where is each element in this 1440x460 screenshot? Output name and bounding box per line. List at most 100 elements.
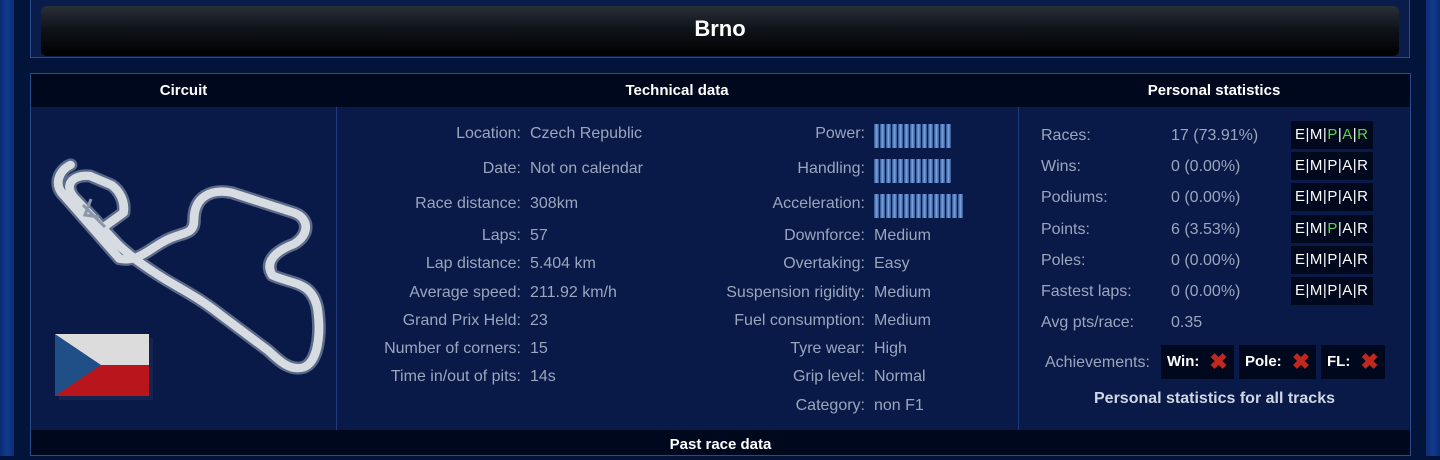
difficulty-filter[interactable]: E|M|P|A|R xyxy=(1291,183,1373,211)
difficulty-m[interactable]: M xyxy=(1310,251,1323,268)
rating-segment xyxy=(892,124,897,148)
stat-row: Points: 6 (3.53%) E|M|P|A|R xyxy=(1019,215,1410,243)
difficulty-r[interactable]: R xyxy=(1357,251,1368,268)
difficulty-a[interactable]: A xyxy=(1342,220,1353,237)
rating-segment xyxy=(922,194,927,218)
rating-segment xyxy=(916,194,921,218)
rating-segment xyxy=(940,194,945,218)
difficulty-r[interactable]: R xyxy=(1357,157,1368,174)
tech-row: Grip level: Normal xyxy=(337,365,1018,389)
stat-value: 6 (3.53%) xyxy=(1171,221,1241,238)
past-race-data-header[interactable]: Past race data xyxy=(31,430,1410,455)
difficulty-p[interactable]: P xyxy=(1327,126,1338,143)
rating-segment xyxy=(910,159,915,183)
difficulty-e[interactable]: E xyxy=(1295,282,1306,299)
difficulty-a[interactable]: A xyxy=(1342,251,1353,268)
rating-segment xyxy=(904,159,909,183)
difficulty-a[interactable]: A xyxy=(1342,126,1353,143)
difficulty-filter[interactable]: E|M|P|A|R xyxy=(1291,215,1373,243)
title-bar: Brno xyxy=(41,6,1399,56)
rating-segment xyxy=(910,194,915,218)
difficulty-filter[interactable]: E|M|P|A|R xyxy=(1291,121,1373,149)
difficulty-p[interactable]: P xyxy=(1327,188,1338,205)
achievements-label: Achievements: xyxy=(1045,354,1150,371)
tech-label: Handling: xyxy=(797,160,865,177)
tech-value: Easy xyxy=(874,255,910,272)
difficulty-m[interactable]: M xyxy=(1310,282,1323,299)
technical-data-header: Technical data xyxy=(336,74,1018,107)
rating-segment xyxy=(952,194,957,218)
stat-row: Poles: 0 (0.00%) E|M|P|A|R xyxy=(1019,246,1410,274)
tech-row: Tyre wear: High xyxy=(337,337,1018,361)
difficulty-a[interactable]: A xyxy=(1342,188,1353,205)
difficulty-r[interactable]: R xyxy=(1357,126,1368,143)
difficulty-p[interactable]: P xyxy=(1327,251,1338,268)
frame-right xyxy=(1426,0,1440,456)
tech-label: Fuel consumption: xyxy=(734,312,865,329)
rating-segment xyxy=(874,124,879,148)
difficulty-r[interactable]: R xyxy=(1357,282,1368,299)
czech-flag-icon xyxy=(55,334,153,400)
stat-value: 0 (0.00%) xyxy=(1171,158,1241,175)
tech-row: Fuel consumption: Medium xyxy=(337,309,1018,333)
tech-label: Tyre wear: xyxy=(790,340,865,357)
rating-segment xyxy=(880,159,885,183)
rating-bar xyxy=(874,159,951,183)
difficulty-a[interactable]: A xyxy=(1342,157,1353,174)
frame-left xyxy=(0,0,14,456)
personal-statistics-header: Personal statistics xyxy=(1018,74,1410,107)
difficulty-p[interactable]: P xyxy=(1327,157,1338,174)
difficulty-filter[interactable]: E|M|P|A|R xyxy=(1291,152,1373,180)
achievement-win-label: Win: xyxy=(1167,353,1200,370)
difficulty-e[interactable]: E xyxy=(1295,188,1306,205)
difficulty-a[interactable]: A xyxy=(1342,282,1353,299)
tech-row: Downforce: Medium xyxy=(337,224,1018,248)
stat-value: 0 (0.00%) xyxy=(1171,283,1241,300)
tech-label: Suspension rigidity: xyxy=(726,284,865,301)
difficulty-m[interactable]: M xyxy=(1310,126,1323,143)
rating-segment xyxy=(886,194,891,218)
difficulty-filter[interactable]: E|M|P|A|R xyxy=(1291,246,1373,274)
circuit-column xyxy=(31,107,336,430)
rating-segment xyxy=(886,159,891,183)
achievement-win: Win: ✖ xyxy=(1161,345,1234,379)
stat-label: Races: xyxy=(1041,127,1091,144)
rating-segment xyxy=(934,124,939,148)
difficulty-r[interactable]: R xyxy=(1357,220,1368,237)
tech-row: Handling: xyxy=(337,157,1018,183)
difficulty-m[interactable]: M xyxy=(1310,220,1323,237)
rating-segment xyxy=(946,194,951,218)
tech-value: Medium xyxy=(874,284,931,301)
difficulty-m[interactable]: M xyxy=(1310,188,1323,205)
difficulty-e[interactable]: E xyxy=(1295,157,1306,174)
circuit-header: Circuit xyxy=(31,74,336,107)
rating-segment xyxy=(922,124,927,148)
rating-bar xyxy=(874,124,951,148)
difficulty-p[interactable]: P xyxy=(1327,220,1338,237)
difficulty-m[interactable]: M xyxy=(1310,157,1323,174)
tech-label: Grip level: xyxy=(792,368,865,385)
personal-statistics-column: Achievements: Win: ✖ Pole: ✖ FL: ✖ Personal… xyxy=(1019,107,1410,430)
rating-segment xyxy=(892,159,897,183)
tech-label: Power: xyxy=(815,125,865,142)
difficulty-e[interactable]: E xyxy=(1295,251,1306,268)
cross-icon: ✖ xyxy=(1291,349,1311,375)
tech-label: Acceleration: xyxy=(772,195,866,212)
rating-segment xyxy=(874,194,879,218)
difficulty-p[interactable]: P xyxy=(1327,282,1338,299)
rating-segment xyxy=(916,159,921,183)
rating-segment xyxy=(934,194,939,218)
rating-segment xyxy=(880,124,885,148)
stat-value: 0.35 xyxy=(1171,314,1203,331)
all-tracks-stats-link[interactable]: Personal statistics for all tracks xyxy=(1019,390,1410,408)
difficulty-e[interactable]: E xyxy=(1295,220,1306,237)
difficulty-filter[interactable]: E|M|P|A|R xyxy=(1291,277,1373,305)
stat-label: Fastest laps: xyxy=(1041,283,1132,300)
tech-label: Overtaking: xyxy=(783,255,865,272)
stat-row: Races: 17 (73.91%) E|M|P|A|R xyxy=(1019,121,1410,149)
rating-segment xyxy=(940,124,945,148)
tech-value: High xyxy=(874,340,907,357)
difficulty-e[interactable]: E xyxy=(1295,126,1306,143)
difficulty-r[interactable]: R xyxy=(1357,188,1368,205)
rating-segment xyxy=(898,194,903,218)
